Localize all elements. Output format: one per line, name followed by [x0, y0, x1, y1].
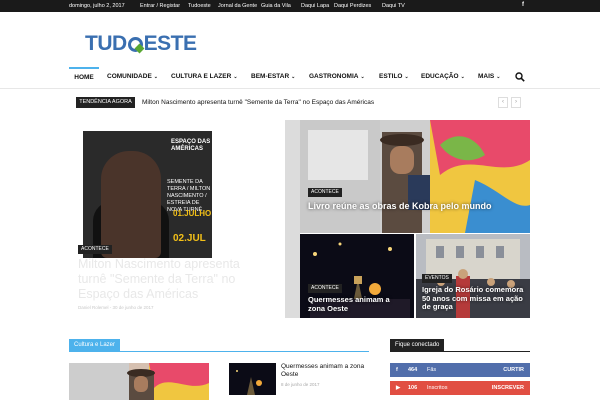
nav-item-label: MAIS [478, 73, 495, 80]
chevron-down-icon: ⌄ [291, 74, 296, 80]
sidebar-underline [390, 351, 530, 352]
trending-headline[interactable]: Milton Nascimento apresenta turnê "Semen… [142, 97, 374, 108]
facebook-icon[interactable]: f [522, 2, 524, 8]
logo-part-1: TUD [85, 32, 127, 55]
tile-image [300, 120, 530, 233]
category-badge[interactable]: EVENTOS [422, 274, 452, 283]
chevron-down-icon: ⌄ [404, 74, 409, 80]
chevron-down-icon: ⌄ [460, 74, 465, 80]
tile-title[interactable]: Igreja do Rosário comemora 50 anos com m… [422, 285, 526, 312]
logo-o-mark [127, 36, 143, 52]
social-count: 464 [408, 367, 418, 373]
featured-tile-kobra[interactable]: ACONTECE Livro reúne as obras de Kobra p… [300, 120, 530, 233]
category-badge[interactable]: ACONTECE [308, 188, 342, 197]
tile-title[interactable]: Quermesses animam a zona Oeste [308, 295, 408, 313]
tile-spacer [285, 120, 300, 318]
social-youtube-row[interactable]: ▶ 106 Inscritos INSCREVER [390, 381, 530, 395]
trending-label: TENDÊNCIA AGORA [76, 97, 135, 108]
nav-item-educacao[interactable]: EDUCAÇÃO ⌄ [421, 67, 465, 87]
section-underline [69, 351, 369, 352]
section-list-date: 8 de junho de 2017 [281, 382, 320, 387]
poster-date-2: 02.JUL [173, 233, 206, 244]
nav-item-label: BEM-ESTAR [251, 73, 290, 80]
social-action-button[interactable]: INSCREVER [492, 381, 524, 395]
chevron-down-icon: ⌄ [496, 74, 501, 80]
top-link-lapa[interactable]: Daqui Lapa [301, 3, 329, 9]
nav-item-bem-estar[interactable]: BEM-ESTAR ⌄ [251, 67, 295, 87]
site-logo[interactable]: TUD ESTE [85, 33, 197, 55]
section-label[interactable]: Cultura e Lazer [69, 339, 121, 351]
nav-item-comunidade[interactable]: COMUNIDADE ⌄ [107, 67, 158, 87]
social-action-button[interactable]: CURTIR [503, 363, 524, 377]
article-image [69, 363, 209, 400]
logo-part-2: ESTE [143, 32, 197, 55]
section-article-image[interactable] [69, 363, 209, 400]
social-count: 106 [408, 385, 418, 391]
facebook-icon: f [396, 367, 398, 373]
nav-item-label: HOME [74, 74, 94, 81]
nav-item-gastronomia[interactable]: GASTRONOMIA ⌄ [309, 67, 365, 87]
featured-main-title[interactable]: Milton Nascimento apresenta turnê "Semen… [78, 257, 268, 302]
category-badge[interactable]: ACONTECE [308, 284, 342, 293]
trending-next-button[interactable]: › [511, 97, 521, 108]
nav-item-label: GASTRONOMIA [309, 73, 359, 80]
nav-item-label: EDUCAÇÃO [421, 73, 459, 80]
chevron-down-icon: ⌄ [233, 74, 238, 80]
top-link-perdizes[interactable]: Daqui Perdizes [334, 3, 371, 9]
image-shape-person [101, 151, 161, 258]
social-facebook-row[interactable]: f 464 Fãs CURTIR [390, 363, 530, 377]
chevron-down-icon: ⌄ [360, 74, 365, 80]
sidebar-label: Fique conectado [390, 339, 445, 351]
top-link-tv[interactable]: Daqui TV [382, 3, 405, 9]
nav-item-home[interactable]: HOME [69, 67, 99, 87]
trending-prev-button[interactable]: ‹ [498, 97, 508, 108]
top-link-tudoeste[interactable]: Tudoeste [188, 3, 211, 9]
nav-item-cultura[interactable]: CULTURA E LAZER ⌄ [171, 67, 238, 87]
nav-item-mais[interactable]: MAIS ⌄ [478, 67, 500, 87]
top-bar: domingo, julho 2, 2017 Entrar / Registar… [0, 0, 600, 12]
nav-item-label: CULTURA E LAZER [171, 73, 232, 80]
poster-date-1: 01.JULHO [173, 209, 212, 218]
list-image [229, 363, 276, 395]
search-icon[interactable] [515, 72, 525, 82]
featured-tile-quermesses[interactable]: ACONTECE Quermesses animam a zona Oeste [300, 234, 414, 318]
featured-main-image[interactable]: ESPAÇO DAS AMÉRICAS SEMENTE DA TERRA / M… [83, 131, 212, 258]
section-list-thumbnail[interactable] [229, 363, 276, 395]
top-date: domingo, julho 2, 2017 [69, 3, 125, 9]
main-nav: HOME COMUNIDADE ⌄ CULTURA E LAZER ⌄ BEM-ES… [69, 67, 530, 87]
nav-item-label: ESTILO [379, 73, 403, 80]
featured-tile-igreja[interactable]: EVENTOS Igreja do Rosário comemora 50 an… [416, 234, 530, 318]
section-list-title[interactable]: Quermesses animam a zona Oeste [281, 363, 371, 379]
header-divider [0, 88, 600, 89]
chevron-down-icon: ⌄ [153, 74, 158, 80]
tile-title[interactable]: Livro reúne as obras de Kobra pelo mundo [308, 201, 508, 211]
nav-item-label: COMUNIDADE [107, 73, 152, 80]
social-label: Fãs [427, 367, 437, 373]
top-link-guia[interactable]: Guia da Vila [261, 3, 291, 9]
top-link-login[interactable]: Entrar / Registar [140, 3, 180, 9]
featured-main-meta: Daniel Rolemel - 30 de junho de 2017 [78, 305, 154, 310]
poster-brand: ESPAÇO DAS AMÉRICAS [171, 139, 211, 152]
social-label: Inscritos [427, 385, 448, 391]
nav-item-estilo[interactable]: ESTILO ⌄ [379, 67, 409, 87]
category-badge[interactable]: ACONTECE [78, 245, 112, 254]
youtube-icon: ▶ [396, 385, 401, 391]
top-link-jornal[interactable]: Jornal da Gente [218, 3, 257, 9]
